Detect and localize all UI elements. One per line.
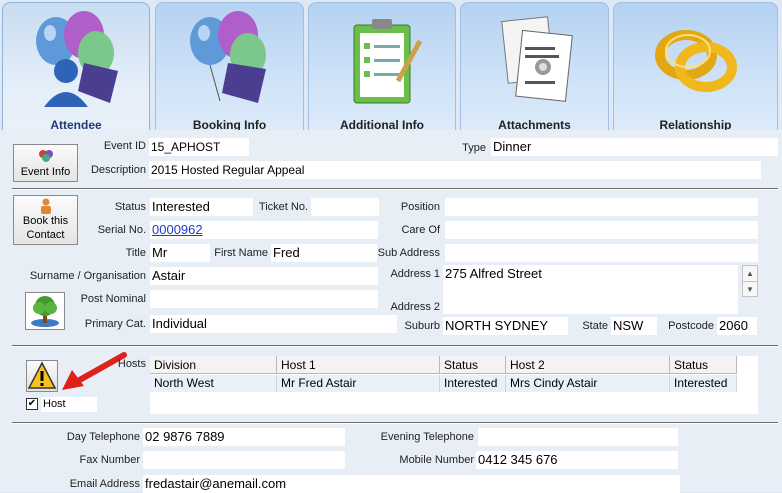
address1-label: Address 1 [390,268,440,280]
separator [12,422,778,424]
post-nominal-field[interactable] [150,290,378,308]
evening-telephone-label: Evening Telephone [380,431,474,443]
first-name-label: First Name [214,247,268,259]
col-status1[interactable]: Status [440,356,506,374]
tab-relationship[interactable]: Relationship [613,2,778,132]
sub-address-field[interactable] [445,244,758,262]
serial-no-field[interactable]: 0000962 [150,221,378,239]
status-label: Status [114,201,146,213]
mobile-number-label: Mobile Number [399,454,474,466]
tree-button[interactable] [25,292,65,330]
host-checkbox[interactable]: ✔ [26,398,38,410]
separator [12,188,778,190]
ticket-no-label: Ticket No. [258,201,308,213]
type-label: Type [462,142,486,154]
state-label: State [582,320,608,332]
primary-cat-field[interactable]: Individual [150,315,397,333]
position-label: Position [400,201,440,213]
book-contact-button[interactable]: Book this Contact [13,195,78,245]
email-address-field[interactable]: fredastair@anemail.com [143,475,680,493]
fax-number-field[interactable] [143,451,345,469]
address-scrollbar[interactable]: ▲ ▼ [742,265,758,297]
event-info-button[interactable]: Event Info [13,144,78,182]
tab-attendee[interactable]: Attendee [2,2,150,132]
event-id-label: Event ID [103,140,146,152]
title-label: Title [125,247,146,259]
rings-icon [654,30,737,92]
documents-pin-icon [500,16,573,102]
col-host1[interactable]: Host 1 [277,356,440,374]
person-book-icon [40,198,51,214]
event-balloons-icon [38,150,53,162]
clipboard-checklist-icon [353,19,423,104]
red-arrow-icon [62,352,127,390]
host-checkbox-label: Host [41,397,97,412]
warning-button[interactable] [26,360,58,392]
col-division[interactable]: Division [150,356,277,374]
table-row-division[interactable]: North West [150,375,277,392]
tab-booking-info[interactable]: Booking Info [155,2,304,132]
title-field[interactable]: Mr [150,244,210,262]
scroll-up-icon[interactable]: ▲ [743,266,757,282]
description-label: Description [90,164,146,176]
address2-label: Address 2 [390,301,440,313]
state-field[interactable]: NSW [611,317,657,335]
evening-telephone-field[interactable] [478,428,678,446]
position-field[interactable] [445,198,758,216]
balloons-person-icon [36,11,118,107]
event-info-label: Event Info [20,166,71,178]
fax-number-label: Fax Number [79,454,140,466]
suburb-field[interactable]: NORTH SYDNEY [443,317,568,335]
table-row-host1[interactable]: Mr Fred Astair [277,375,440,392]
care-of-field[interactable] [445,221,758,239]
postcode-label: Postcode [668,320,714,332]
col-host2[interactable]: Host 2 [506,356,670,374]
day-telephone-label: Day Telephone [66,431,140,443]
postcode-field[interactable]: 2060 [717,317,757,335]
balloons-ticket-icon [189,11,266,103]
table-row-status2[interactable]: Interested [670,375,737,392]
sub-address-label: Sub Address [377,247,440,259]
serial-no-label: Serial No. [97,224,146,236]
surname-field[interactable]: Astair [150,267,378,285]
col-status2[interactable]: Status [670,356,737,374]
tab-attachments[interactable]: Attachments [460,2,609,132]
description-field[interactable]: 2015 Hosted Regular Appeal [149,161,761,179]
separator [12,345,778,347]
ticket-no-field[interactable] [311,198,379,216]
suburb-label: Suburb [404,320,440,332]
event-id-field[interactable]: 15_APHOST [149,138,249,156]
scroll-down-icon[interactable]: ▼ [743,282,757,297]
book-contact-line2: Contact [26,229,65,241]
mobile-number-field[interactable]: 0412 345 676 [476,451,678,469]
table-row-status1[interactable]: Interested [440,375,506,392]
email-address-label: Email Address [69,478,140,490]
type-field[interactable]: Dinner [491,138,778,156]
day-telephone-field[interactable]: 02 9876 7889 [143,428,345,446]
warning-icon [27,361,57,389]
status-field[interactable]: Interested [150,198,253,216]
tab-additional-info[interactable]: Additional Info [308,2,456,132]
first-name-field[interactable]: Fred [271,244,377,262]
hosts-label: Hosts [117,358,146,370]
surname-label: Surname / Organisation [29,270,146,282]
serial-no-link[interactable]: 0000962 [152,222,203,237]
address1-field[interactable]: 275 Alfred Street [443,265,738,314]
tree-icon [31,296,59,327]
post-nominal-label: Post Nominal [80,293,146,305]
care-of-label: Care Of [401,224,440,236]
book-contact-line1: Book this [22,215,69,227]
table-row-host2[interactable]: Mrs Cindy Astair [506,375,670,392]
primary-cat-label: Primary Cat. [84,318,146,330]
